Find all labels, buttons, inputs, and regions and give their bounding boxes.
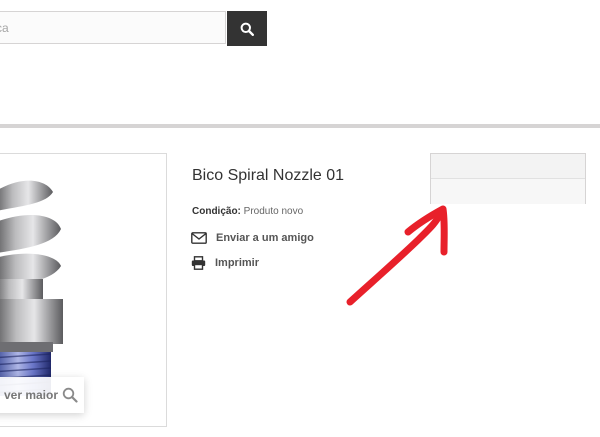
product-title: Bico Spiral Nozzle 01 (192, 167, 345, 184)
send-to-friend-label: Enviar a um amigo (216, 232, 314, 244)
printer-icon (191, 256, 206, 270)
print-link[interactable]: Imprimir (191, 256, 259, 270)
zoom-label: ver maior (3, 388, 58, 402)
zoom-button[interactable]: ver maior (0, 377, 84, 413)
product-condition: Condição: Produto novo (192, 206, 303, 217)
condition-value: Produto novo (243, 206, 304, 217)
price-box-row (431, 154, 585, 179)
envelope-icon (191, 232, 207, 244)
price-box-row (431, 179, 585, 204)
search-button[interactable] (227, 11, 267, 46)
price-box-empty (430, 153, 586, 204)
search-icon (240, 22, 254, 36)
magnifier-icon (62, 387, 78, 403)
section-divider (0, 124, 600, 128)
condition-label: Condição: (192, 206, 241, 217)
search-input[interactable] (0, 12, 225, 43)
product-image-box[interactable]: ver maior (0, 153, 167, 427)
print-label: Imprimir (215, 257, 260, 269)
search-box (0, 11, 226, 44)
send-to-friend-link[interactable]: Enviar a um amigo (191, 232, 314, 244)
